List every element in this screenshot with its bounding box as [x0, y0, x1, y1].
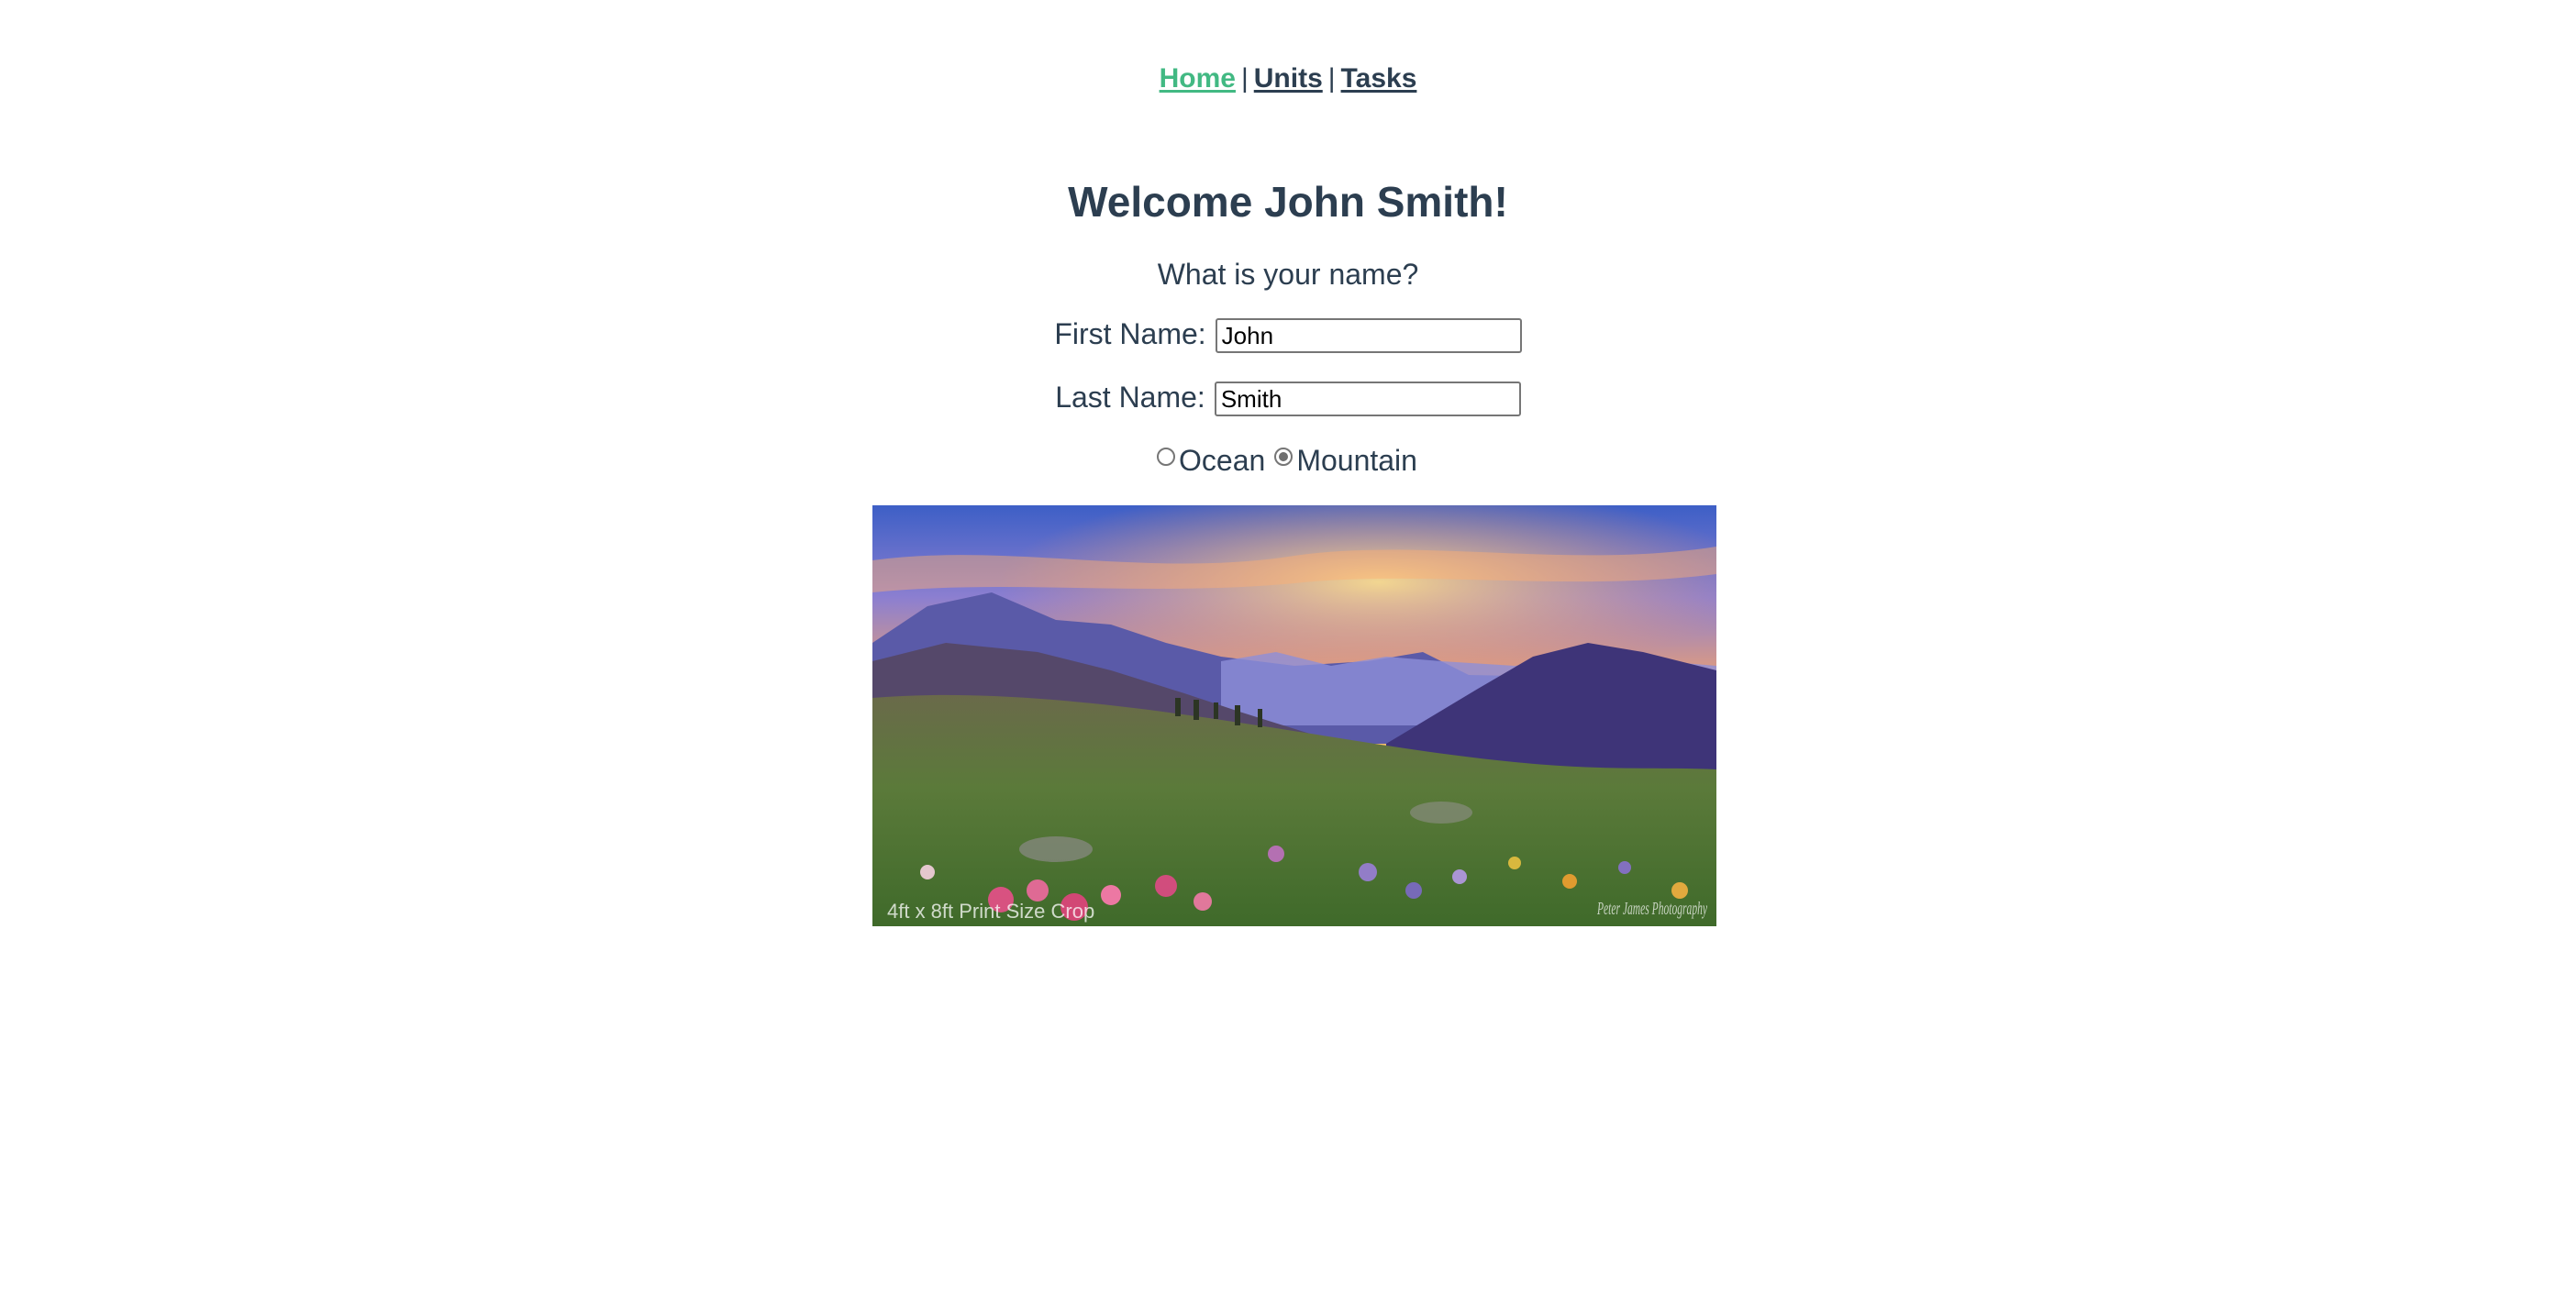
mountain-radio[interactable] — [1274, 448, 1294, 466]
nav-separator: | — [1327, 63, 1336, 94]
last-name-row: Last Name: — [0, 377, 2576, 417]
welcome-heading: Welcome John Smith! — [1068, 178, 1508, 226]
nav-link-units[interactable]: Units — [1254, 63, 1323, 94]
ocean-radio-label[interactable]: Ocean — [1179, 440, 1265, 481]
photo-watermark: Peter James Photography — [1596, 899, 1707, 919]
last-name-input[interactable] — [1214, 382, 1521, 416]
mountain-radio-label[interactable]: Mountain — [1296, 440, 1417, 481]
app-root: Home | Units | Tasks Welcome John Smith! Wha… — [0, 0, 2576, 1294]
name-question: What is your name? — [1157, 258, 1419, 291]
scenery-radio-group: Ocean Mountain — [0, 440, 2576, 481]
top-nav: Home | Units | Tasks — [0, 59, 2576, 99]
mountain-photo: 4ft x 8ft Print Size Crop Peter James Ph… — [872, 505, 1716, 926]
nav-separator: | — [1240, 63, 1249, 94]
nav-link-tasks[interactable]: Tasks — [1341, 63, 1417, 94]
last-name-label: Last Name: — [1055, 381, 1205, 414]
ocean-radio[interactable] — [1157, 448, 1176, 466]
first-name-input[interactable] — [1215, 318, 1522, 353]
nav-link-home[interactable]: Home — [1160, 63, 1236, 94]
first-name-row: First Name: — [0, 314, 2576, 354]
first-name-label: First Name: — [1054, 317, 1206, 350]
photo-caption: 4ft x 8ft Print Size Crop — [887, 900, 1094, 923]
